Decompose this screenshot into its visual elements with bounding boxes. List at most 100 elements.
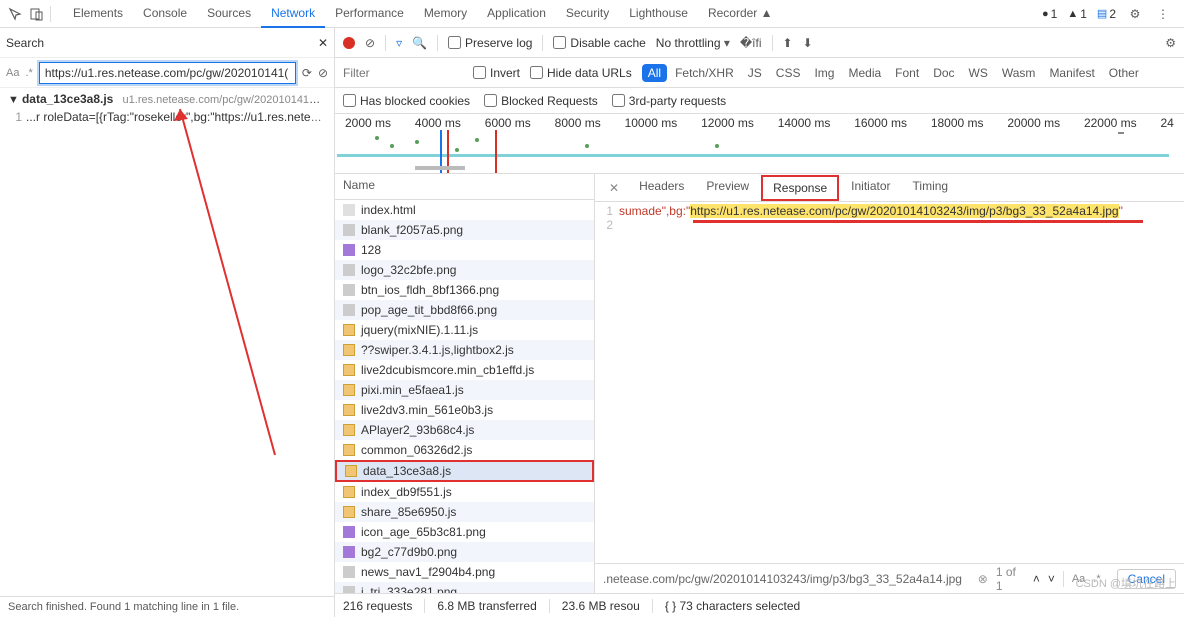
throttling-select[interactable]: No throttling ▾ (656, 36, 730, 50)
file-row[interactable]: index_db9f551.js (335, 482, 594, 502)
clear-find-icon[interactable]: ⊗ (978, 572, 988, 586)
file-row[interactable]: icon_age_65b3c81.png (335, 522, 594, 542)
file-row[interactable]: APlayer2_93b68c4.js (335, 420, 594, 440)
inspect-icon[interactable] (6, 5, 24, 23)
file-type-icon (343, 586, 355, 593)
pill-font[interactable]: Font (889, 64, 925, 82)
file-row[interactable]: live2dcubismcore.min_cb1effd.js (335, 360, 594, 380)
result-match[interactable]: 1...r roleData=[{rTag:"rosekeller",bg:"h… (0, 108, 334, 126)
file-row[interactable]: data_13ce3a8.js (335, 460, 594, 482)
file-row[interactable]: 128 (335, 240, 594, 260)
tab-performance[interactable]: Performance (325, 0, 414, 28)
file-type-icon (343, 546, 355, 558)
filter-icon[interactable]: ▿ (396, 36, 402, 50)
blocked-cookies[interactable]: Has blocked cookies (343, 94, 470, 108)
close-icon[interactable]: ✕ (318, 36, 328, 50)
file-row[interactable]: btn_ios_fldh_8bf1366.png (335, 280, 594, 300)
more-icon[interactable]: ⋮ (1154, 5, 1172, 23)
clear-icon[interactable]: ⊘ (318, 66, 328, 80)
file-row[interactable]: news_nav1_f2904b4.png (335, 562, 594, 582)
warning-badge[interactable]: ▲ 1 (1067, 7, 1087, 21)
filter-input[interactable] (343, 66, 463, 80)
gear-icon[interactable]: ⚙ (1126, 5, 1144, 23)
disable-cache[interactable]: Disable cache (553, 36, 645, 50)
regex-toggle[interactable]: .* (25, 67, 32, 79)
search-input[interactable] (39, 62, 296, 84)
tab-lighthouse[interactable]: Lighthouse (619, 0, 698, 28)
file-type-icon (343, 364, 355, 376)
tab-network[interactable]: Network (261, 0, 325, 28)
file-type-icon (343, 444, 355, 456)
third-party[interactable]: 3rd-party requests (612, 94, 726, 108)
message-badge[interactable]: ▤ 2 (1097, 7, 1116, 21)
pill-img[interactable]: Img (808, 64, 840, 82)
clear-icon[interactable]: ⊘ (365, 36, 375, 50)
file-row[interactable]: common_06326d2.js (335, 440, 594, 460)
refresh-icon[interactable]: ⟳ (302, 66, 312, 80)
response-body[interactable]: 1sumade",bg:"https://u1.res.netease.com/… (595, 202, 1184, 563)
device-icon[interactable] (28, 5, 46, 23)
file-row[interactable]: share_85e6950.js (335, 502, 594, 522)
tab-elements[interactable]: Elements (63, 0, 133, 28)
pill-wasm[interactable]: Wasm (996, 64, 1042, 82)
pill-media[interactable]: Media (842, 64, 887, 82)
file-type-icon (343, 264, 355, 276)
detail-tab-initiator[interactable]: Initiator (841, 175, 900, 201)
case-toggle[interactable]: Aa (6, 67, 19, 79)
file-row[interactable]: pixi.min_e5faea1.js (335, 380, 594, 400)
invert-check[interactable]: Invert (473, 66, 520, 80)
tab-application[interactable]: Application (477, 0, 556, 28)
file-type-icon (343, 224, 355, 236)
pill-fetchxhr[interactable]: Fetch/XHR (669, 64, 740, 82)
upload-icon[interactable]: ⬆ (783, 36, 793, 50)
result-file[interactable]: ▼ data_13ce3a8.js u1.res.netease.com/pc/… (0, 90, 334, 108)
tab-console[interactable]: Console (133, 0, 197, 28)
close-detail-icon[interactable]: ✕ (603, 181, 625, 195)
file-type-icon (343, 566, 355, 578)
error-badge[interactable]: ● 1 (1042, 7, 1057, 21)
file-row[interactable]: jquery(mixNIE).1.11.js (335, 320, 594, 340)
pill-all[interactable]: All (642, 64, 667, 82)
timeline[interactable]: 2000 ms4000 ms6000 ms8000 ms10000 ms1200… (335, 114, 1184, 174)
detail-tabs-container: HeadersPreviewResponseInitiatorTiming (629, 175, 958, 201)
detail-tab-preview[interactable]: Preview (696, 175, 759, 201)
file-type-icon (343, 506, 355, 518)
pill-js[interactable]: JS (742, 64, 768, 82)
tab-sources[interactable]: Sources (197, 0, 261, 28)
type-pills: AllFetch/XHRJSCSSImgMediaFontDocWSWasmMa… (642, 64, 1145, 82)
pill-doc[interactable]: Doc (927, 64, 960, 82)
download-icon[interactable]: ⬇ (803, 36, 813, 50)
file-row[interactable]: i_tri_333e281.png (335, 582, 594, 593)
detail-tab-headers[interactable]: Headers (629, 175, 694, 201)
hide-data-urls[interactable]: Hide data URLs (530, 66, 632, 80)
record-button[interactable] (343, 37, 355, 49)
blocked-requests[interactable]: Blocked Requests (484, 94, 598, 108)
watermark: CSDN @填坑在路上 (1076, 575, 1176, 591)
pill-css[interactable]: CSS (770, 64, 807, 82)
find-input[interactable] (603, 572, 970, 586)
pill-ws[interactable]: WS (963, 64, 994, 82)
wifi-icon[interactable]: �îfi (740, 36, 762, 50)
file-row[interactable]: ??swiper.3.4.1.js,lightbox2.js (335, 340, 594, 360)
preserve-log[interactable]: Preserve log (448, 36, 532, 50)
tab-security[interactable]: Security (556, 0, 619, 28)
prev-match-icon[interactable]: ˄ (1033, 572, 1040, 586)
file-row[interactable]: pop_age_tit_bbd8f66.png (335, 300, 594, 320)
file-row[interactable]: index.html (335, 200, 594, 220)
file-row[interactable]: bg2_c77d9b0.png (335, 542, 594, 562)
panel-tabs: ElementsConsoleSourcesNetworkPerformance… (63, 0, 1038, 28)
detail-tab-timing[interactable]: Timing (903, 175, 959, 201)
search-icon[interactable]: 🔍 (412, 36, 427, 50)
pill-manifest[interactable]: Manifest (1043, 64, 1100, 82)
tab-memory[interactable]: Memory (414, 0, 477, 28)
pill-other[interactable]: Other (1103, 64, 1145, 82)
tab-recorder[interactable]: Recorder ▲ (698, 0, 783, 28)
next-match-icon[interactable]: ˅ (1048, 572, 1055, 586)
transferred-size: 6.8 MB transferred (437, 599, 549, 613)
detail-tab-response[interactable]: Response (761, 175, 839, 201)
settings-icon[interactable]: ⚙ (1165, 36, 1176, 50)
file-row[interactable]: logo_32c2bfe.png (335, 260, 594, 280)
filelist-header[interactable]: Name (335, 174, 594, 200)
file-row[interactable]: live2dv3.min_561e0b3.js (335, 400, 594, 420)
file-row[interactable]: blank_f2057a5.png (335, 220, 594, 240)
